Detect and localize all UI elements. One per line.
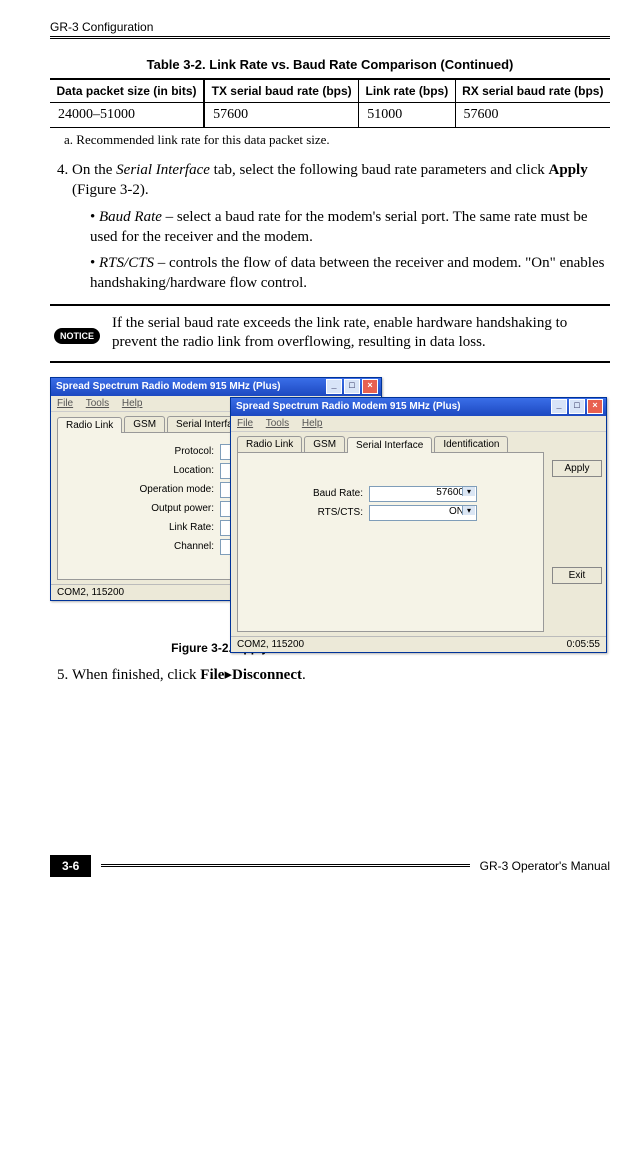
titlebar-1: Spread Spectrum Radio Modem 915 MHz (Plu… bbox=[51, 378, 381, 396]
table-row: 24000–51000 57600 51000 57600 bbox=[50, 103, 610, 128]
statusbar-2: COM2, 115200 0:05:55 bbox=[231, 636, 606, 652]
menu-help-2[interactable]: Help bbox=[302, 418, 323, 429]
label-baud-rate: Baud Rate: bbox=[313, 488, 363, 499]
select-baud-rate[interactable]: 57600 bbox=[369, 486, 477, 502]
step4-text: On the bbox=[72, 162, 116, 178]
maximize-button[interactable]: □ bbox=[344, 379, 360, 394]
footer-rule bbox=[101, 864, 469, 867]
page-number: 3-6 bbox=[50, 855, 91, 877]
menu-help-1[interactable]: Help bbox=[122, 398, 143, 409]
label-power: Output power: bbox=[151, 503, 214, 514]
cell-rx-baud: 57600 bbox=[455, 103, 610, 128]
tab-radio-link-2[interactable]: Radio Link bbox=[237, 436, 302, 452]
tab-serial-interface-2[interactable]: Serial Interface bbox=[347, 437, 432, 453]
th-link-rate: Link rate (bps) bbox=[359, 79, 455, 103]
tab-gsm-1[interactable]: GSM bbox=[124, 416, 165, 432]
step5-disconnect: Disconnect bbox=[232, 667, 302, 683]
menu-file-2[interactable]: File bbox=[237, 418, 253, 429]
th-tx-baud: TX serial baud rate (bps) bbox=[204, 79, 359, 103]
step4-emph-serial-interface: Serial Interface bbox=[116, 162, 210, 178]
menubar-2: File Tools Help bbox=[231, 416, 606, 432]
step5-file: File bbox=[200, 667, 224, 683]
step4-bold-apply: Apply bbox=[549, 162, 588, 178]
manual-title: GR-3 Operator's Manual bbox=[480, 859, 610, 873]
close-button-2[interactable]: × bbox=[587, 399, 603, 414]
bullet1-term: Baud Rate bbox=[99, 209, 162, 225]
status-com-1: COM2, 115200 bbox=[57, 587, 124, 598]
label-linkrate: Link Rate: bbox=[169, 522, 214, 533]
label-protocol: Protocol: bbox=[175, 446, 214, 457]
tab-radio-link-1[interactable]: Radio Link bbox=[57, 417, 122, 433]
bullet2-desc: – controls the flow of data between the … bbox=[90, 255, 604, 291]
bullet-baud-rate: Baud Rate – select a baud rate for the m… bbox=[90, 207, 610, 248]
notice-badge: NOTICE bbox=[54, 328, 100, 344]
tab-gsm-2[interactable]: GSM bbox=[304, 436, 345, 452]
maximize-button-2[interactable]: □ bbox=[569, 399, 585, 414]
label-channel: Channel: bbox=[174, 541, 214, 552]
th-packet-size: Data packet size (in bits) bbox=[50, 79, 204, 103]
window-title-2: Spread Spectrum Radio Modem 915 MHz (Plu… bbox=[236, 401, 461, 412]
select-rts-cts[interactable]: ON bbox=[369, 505, 477, 521]
close-button[interactable]: × bbox=[362, 379, 378, 394]
apply-button[interactable]: Apply bbox=[552, 460, 602, 477]
tab-identification-2[interactable]: Identification bbox=[434, 436, 508, 452]
menu-file-1[interactable]: File bbox=[57, 398, 73, 409]
label-opmode: Operation mode: bbox=[140, 484, 215, 495]
step4-text3: (Figure 3-2). bbox=[72, 182, 149, 198]
minimize-button-2[interactable]: _ bbox=[551, 399, 567, 414]
window-title-1: Spread Spectrum Radio Modem 915 MHz (Plu… bbox=[56, 381, 281, 392]
titlebar-2: Spread Spectrum Radio Modem 915 MHz (Plu… bbox=[231, 398, 606, 416]
triangle-icon: ▸ bbox=[224, 667, 232, 683]
exit-button[interactable]: Exit bbox=[552, 567, 602, 584]
step-4: On the Serial Interface tab, select the … bbox=[72, 160, 610, 294]
window-serial-interface: Spread Spectrum Radio Modem 915 MHz (Plu… bbox=[230, 397, 607, 653]
panel-serial-interface: Baud Rate: 57600 RTS/CTS: ON bbox=[237, 452, 544, 632]
table-footnote: a. Recommended link rate for this data p… bbox=[64, 132, 610, 148]
cell-tx-baud: 57600 bbox=[204, 103, 359, 128]
status-com-2: COM2, 115200 bbox=[237, 639, 304, 650]
screenshot-composite: Spread Spectrum Radio Modem 915 MHz (Plu… bbox=[50, 377, 610, 637]
notice-text: If the serial baud rate exceeds the link… bbox=[112, 314, 606, 353]
notice-block: NOTICE If the serial baud rate exceeds t… bbox=[50, 304, 610, 363]
rate-table: Data packet size (in bits) TX serial bau… bbox=[50, 78, 610, 128]
th-rx-baud: RX serial baud rate (bps) bbox=[455, 79, 610, 103]
label-rts-cts: RTS/CTS: bbox=[318, 507, 363, 518]
step-5: When finished, click File▸Disconnect. bbox=[72, 665, 610, 685]
page-footer: 3-6 GR-3 Operator's Manual bbox=[50, 855, 610, 877]
step4-text2: tab, select the following baud rate para… bbox=[210, 162, 549, 178]
tabs-2: Radio Link GSM Serial Interface Identifi… bbox=[231, 432, 606, 452]
bullet1-desc: – select a baud rate for the modem's ser… bbox=[90, 209, 588, 245]
step5-text: When finished, click bbox=[72, 667, 200, 683]
bullet2-term: RTS/CTS bbox=[99, 255, 154, 271]
running-header: GR-3 Configuration bbox=[50, 20, 610, 36]
table-caption: Table 3-2. Link Rate vs. Baud Rate Compa… bbox=[50, 57, 610, 72]
header-rule bbox=[50, 36, 610, 39]
label-location: Location: bbox=[173, 465, 214, 476]
minimize-button[interactable]: _ bbox=[326, 379, 342, 394]
status-time: 0:05:55 bbox=[567, 639, 600, 650]
table-header-row: Data packet size (in bits) TX serial bau… bbox=[50, 79, 610, 103]
cell-packet-size: 24000–51000 bbox=[50, 103, 204, 128]
step5-period: . bbox=[302, 667, 306, 683]
cell-link-rate: 51000 bbox=[359, 103, 455, 128]
menu-tools-2[interactable]: Tools bbox=[266, 418, 289, 429]
menu-tools-1[interactable]: Tools bbox=[86, 398, 109, 409]
bullet-rts-cts: RTS/CTS – controls the flow of data betw… bbox=[90, 253, 610, 294]
